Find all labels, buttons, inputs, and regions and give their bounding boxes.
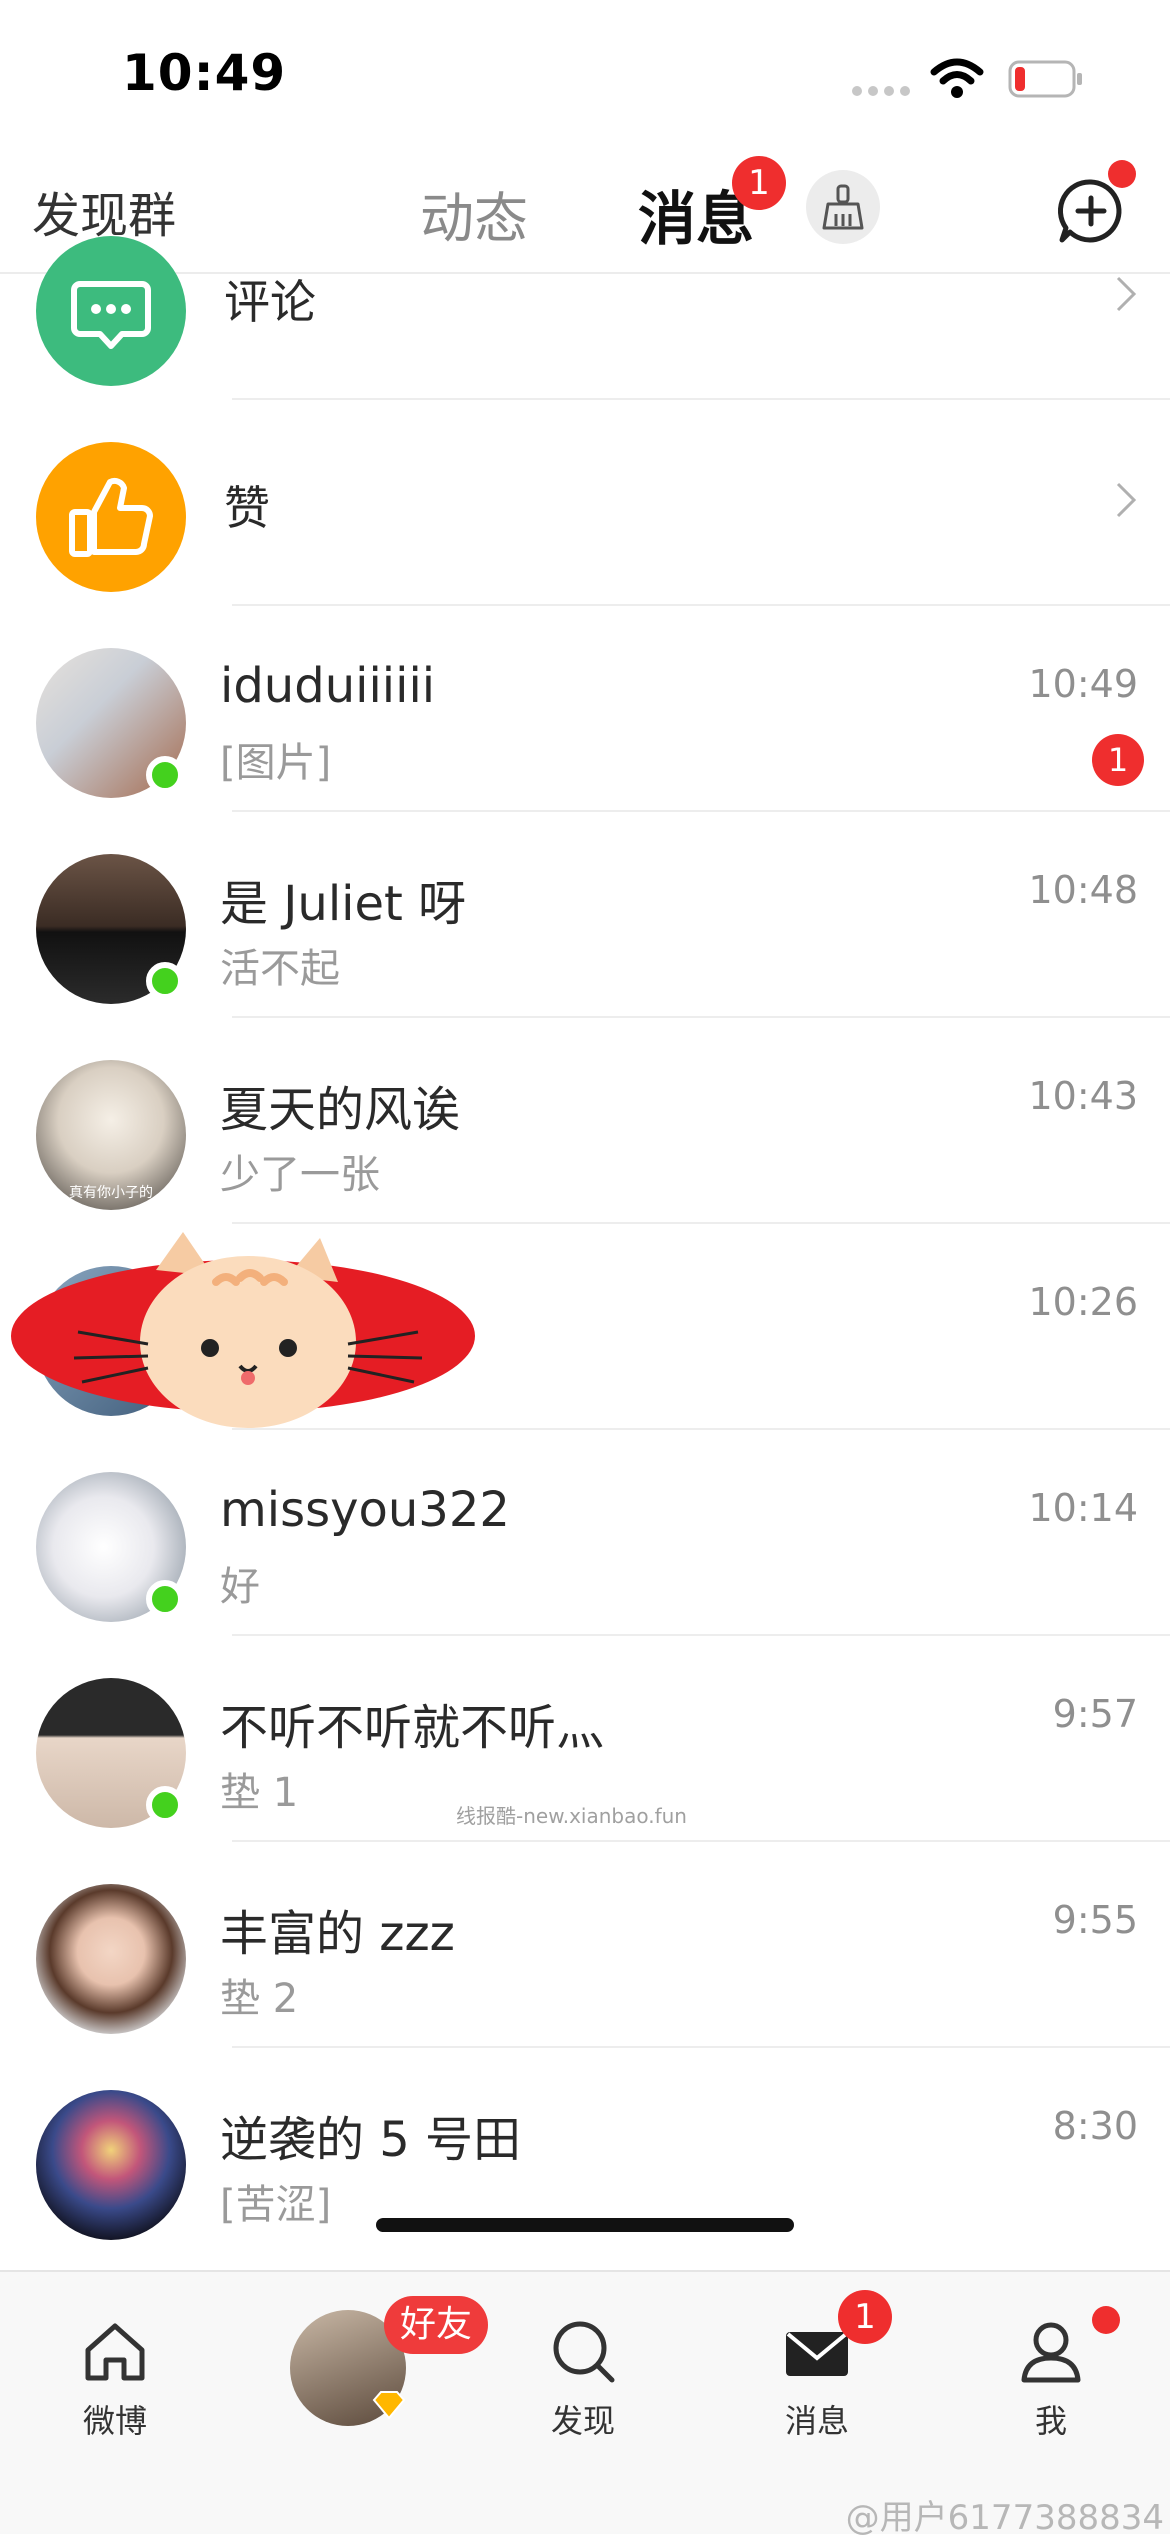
friends-pill[interactable]: 好友 — [384, 2296, 489, 2354]
status-bar: 10:49 — [0, 0, 1170, 150]
avatar-caption: 真有你小子的 — [69, 1185, 153, 1201]
tab-messages[interactable]: 1 消息 — [742, 2290, 892, 2456]
likes-row[interactable]: 赞 — [0, 400, 1170, 606]
message-time: 10:14 — [1028, 1486, 1138, 1530]
tab-me-label: 我 — [1034, 2402, 1067, 2440]
contact-name: iduduiiiiii — [220, 658, 436, 714]
message-preview: 垫 1 — [220, 1770, 299, 1816]
message-time: 10:48 — [1028, 868, 1138, 912]
message-time: 10:49 — [1028, 662, 1138, 706]
comments-label: 评论 — [224, 275, 316, 329]
message-time: 9:57 — [1052, 1692, 1138, 1736]
message-preview: 少了一张 — [220, 1152, 380, 1198]
unread-badge: 1 — [1092, 734, 1144, 786]
search-icon — [553, 2321, 615, 2383]
conversation-row[interactable]: missyou322 好 10:14 — [0, 1430, 1170, 1636]
message-time: 10:26 — [1028, 1280, 1138, 1324]
thumbs-up-icon — [36, 442, 186, 592]
person-icon — [1021, 2322, 1081, 2383]
home-icon — [85, 2323, 145, 2381]
online-status-dot — [146, 962, 184, 1000]
tab-weibo-label: 微博 — [82, 2402, 147, 2440]
wifi-icon — [930, 58, 984, 98]
home-indicator — [376, 2218, 794, 2232]
comment-bubble-icon — [36, 236, 186, 386]
message-preview: 好 — [220, 1564, 260, 1610]
message-preview: [苦涩] — [220, 2182, 332, 2228]
tab-messages-label: 消息 — [784, 2402, 849, 2440]
contact-name: 是 Juliet 呀 — [220, 876, 467, 932]
message-time: 8:30 — [1052, 2104, 1138, 2148]
diamond-icon — [372, 2391, 406, 2420]
comments-row[interactable]: 评论 — [0, 194, 1170, 400]
cat-sticker-overlay — [11, 1232, 475, 1428]
avatar[interactable] — [36, 1884, 186, 2034]
conversation-row[interactable]: 真有你小子的 夏天的风诶 少了一张 10:43 — [0, 1018, 1170, 1224]
chevron-right-icon — [1116, 482, 1137, 518]
contact-name: missyou322 — [220, 1482, 510, 1538]
contact-name: 丰富的 zzz — [220, 1906, 455, 1962]
conversation-row[interactable]: 是 Juliet 呀 活不起 10:48 — [0, 812, 1170, 1018]
new-chat-red-dot — [1108, 160, 1136, 188]
messages-tab-badge: 1 — [838, 2290, 892, 2344]
likes-label: 赞 — [224, 481, 270, 535]
online-status-dot — [146, 1786, 184, 1824]
tab-weibo[interactable]: 微博 — [40, 2296, 190, 2456]
status-time: 10:49 — [122, 44, 287, 102]
conversation-row[interactable]: iduduiiiiii [图片] 10:49 1 — [0, 606, 1170, 812]
online-status-dot — [146, 756, 184, 794]
tab-discover-label: 发现 — [550, 2402, 615, 2440]
battery-icon — [1008, 60, 1082, 98]
avatar[interactable] — [36, 2090, 186, 2240]
message-preview: [图片] — [220, 740, 332, 786]
online-status-dot — [146, 1580, 184, 1618]
contact-name: 夏天的风诶 — [220, 1082, 461, 1138]
cellular-signal-icon — [852, 86, 912, 100]
message-time: 9:55 — [1052, 1898, 1138, 1942]
conversation-row[interactable]: 丰富的 zzz 垫 2 9:55 — [0, 1842, 1170, 2048]
tab-discover[interactable]: 发现 — [508, 2296, 658, 2456]
me-tab-red-dot — [1092, 2306, 1120, 2334]
message-preview: 垫 2 — [220, 1976, 299, 2022]
tab-me[interactable]: 我 — [976, 2296, 1126, 2456]
avatar[interactable]: 真有你小子的 — [36, 1060, 186, 1210]
contact-name: 逆袭的 5 号田 — [220, 2112, 522, 2168]
watermark-text: 线报酷-new.xianbao.fun — [456, 1804, 687, 1828]
contact-name: 不听不听就不听灬 — [220, 1700, 605, 1756]
bottom-tab-bar: 微博 好友 发现 1 消息 我 @用户6177388834 — [0, 2270, 1170, 2538]
message-preview: 活不起 — [220, 946, 340, 992]
chevron-right-icon — [1116, 276, 1137, 312]
message-time: 10:43 — [1028, 1074, 1138, 1118]
